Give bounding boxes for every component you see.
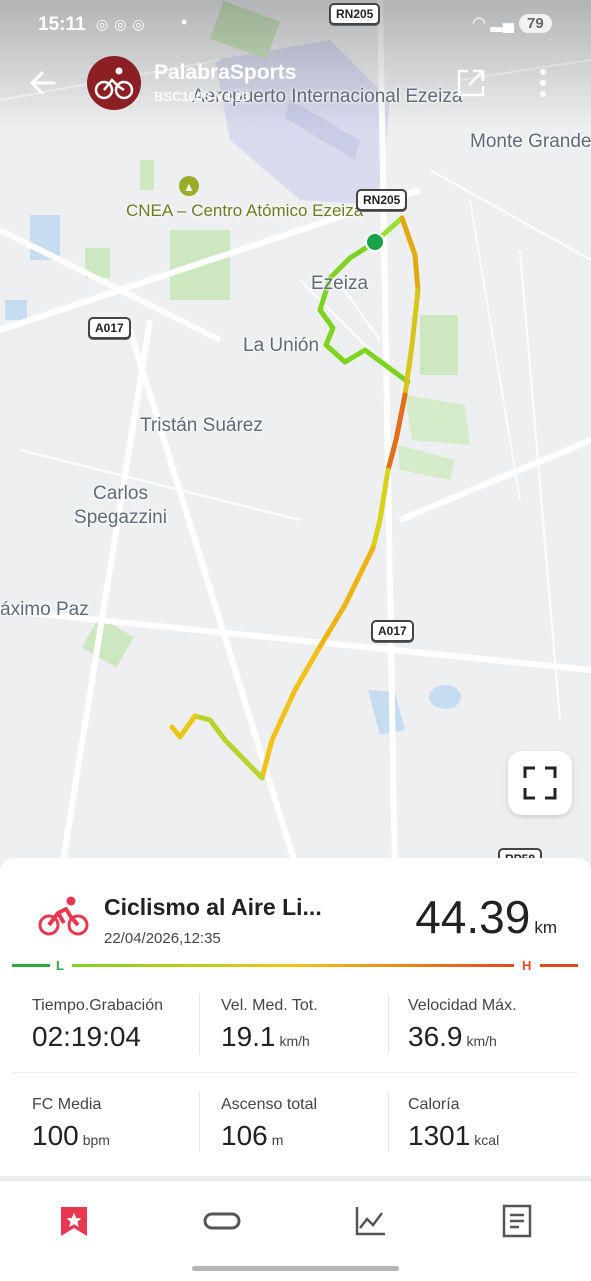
stat-unit: km/h bbox=[466, 1033, 497, 1049]
activity-datetime: 22/04/2026,12:35 bbox=[104, 930, 221, 947]
stat-label: Ascenso total bbox=[221, 1096, 318, 1113]
stat-value: 100 bpm bbox=[32, 1120, 110, 1152]
distance-value: 44.39 bbox=[415, 891, 531, 943]
stat-unit: kcal bbox=[474, 1132, 500, 1148]
stat-number: 100 bbox=[32, 1120, 79, 1151]
more-options-button[interactable] bbox=[530, 66, 556, 100]
activity-title: Ciclismo al Aire Li... bbox=[104, 894, 322, 920]
map-label-la-union: La Unión bbox=[243, 335, 320, 356]
road-badge-a017-right: A017 bbox=[371, 620, 414, 642]
divider bbox=[199, 1092, 200, 1152]
stat-avg-speed: Vel. Med. Tot. 19.1 km/h bbox=[221, 997, 318, 1053]
speed-color-scale: L H bbox=[12, 958, 578, 978]
speed-gradient-bar bbox=[12, 964, 578, 967]
share-button[interactable] bbox=[456, 68, 486, 98]
document-icon bbox=[502, 1204, 532, 1238]
road-badge-a017-left: A017 bbox=[88, 317, 131, 339]
map-label-tristan-suarez: Tristán Suárez bbox=[140, 415, 263, 436]
map-label-cnea: CNEA – Centro Atómico Ezeiza bbox=[126, 201, 364, 220]
stat-number: 1301 bbox=[408, 1120, 471, 1151]
lap-icon bbox=[203, 1212, 241, 1230]
tab-laps[interactable] bbox=[202, 1203, 242, 1239]
avatar bbox=[87, 56, 141, 110]
distance-unit: km bbox=[534, 918, 557, 937]
stat-number: 19.1 bbox=[221, 1021, 276, 1052]
stat-unit: bpm bbox=[82, 1132, 110, 1148]
scale-high-label: H bbox=[522, 958, 532, 973]
share-icon bbox=[457, 69, 485, 97]
stat-value: 1301 kcal bbox=[408, 1120, 499, 1152]
divider bbox=[388, 994, 389, 1054]
stat-label: Caloría bbox=[408, 1096, 460, 1113]
divider bbox=[388, 1092, 389, 1152]
stat-number: 36.9 bbox=[408, 1021, 463, 1052]
road-badge-rn205: RN205 bbox=[356, 189, 408, 211]
status-bar: 15:11 ◎◎◎ • ◠ ▂▄ 79 bbox=[0, 0, 591, 52]
cycling-logo-icon bbox=[94, 67, 134, 100]
bookmark-icon bbox=[61, 1207, 87, 1236]
stat-number: 106 bbox=[221, 1120, 268, 1151]
divider bbox=[12, 1072, 578, 1073]
tab-overview[interactable] bbox=[54, 1203, 94, 1239]
battery-indicator: 79 bbox=[519, 14, 552, 33]
app-title: PalabraSports bbox=[154, 61, 297, 84]
tab-details[interactable] bbox=[497, 1203, 537, 1239]
stat-recording-time: Tiempo.Grabación 02:19:04 bbox=[32, 997, 163, 1053]
stat-number: 02:19:04 bbox=[32, 1021, 141, 1052]
fullscreen-icon bbox=[523, 766, 557, 800]
svg-text:▲: ▲ bbox=[183, 180, 195, 194]
stat-label: FC Media bbox=[32, 1096, 102, 1113]
stat-calories: Caloría 1301 kcal bbox=[408, 1096, 499, 1152]
activity-type bbox=[38, 895, 90, 937]
stat-label: Vel. Med. Tot. bbox=[221, 997, 318, 1014]
tab-charts[interactable] bbox=[350, 1203, 390, 1239]
map-label-maximo-paz: áximo Paz bbox=[0, 599, 89, 620]
activity-distance: 44.39 km bbox=[415, 890, 557, 944]
divider bbox=[199, 994, 200, 1054]
stat-value: 106 m bbox=[221, 1120, 317, 1152]
activity-summary-sheet: Ciclismo al Aire Li... 22/04/2026,12:35 … bbox=[0, 858, 591, 1176]
more-vert-icon bbox=[540, 69, 546, 97]
signal-icon: ◠ ▂▄ bbox=[472, 15, 515, 32]
back-arrow-icon bbox=[29, 71, 56, 95]
map-label-carlos-spegazzini: Carlos Spegazzini bbox=[74, 483, 167, 528]
scale-low-label: L bbox=[56, 958, 64, 973]
notification-icons: ◎◎◎ bbox=[96, 16, 151, 32]
stat-unit: km/h bbox=[279, 1033, 310, 1049]
status-time: 15:11 bbox=[38, 14, 86, 35]
stat-max-speed: Velocidad Máx. 36.9 km/h bbox=[408, 997, 517, 1053]
stat-value: 36.9 km/h bbox=[408, 1021, 517, 1053]
home-indicator[interactable] bbox=[192, 1266, 399, 1271]
stat-unit: m bbox=[271, 1132, 284, 1148]
map-label-monte-grande: Monte Grande bbox=[470, 131, 591, 152]
back-button[interactable] bbox=[28, 68, 58, 104]
stat-label: Velocidad Máx. bbox=[408, 997, 517, 1014]
chart-icon bbox=[355, 1207, 385, 1236]
app-bar: PalabraSports BSC100S V4.23 bbox=[0, 52, 591, 116]
map-label-ezeiza: Ezeiza bbox=[311, 273, 369, 294]
stat-avg-heart-rate: FC Media 100 bpm bbox=[32, 1096, 110, 1152]
route-map[interactable]: ▲ Aeropuerto Internacional Ezeiza Monte … bbox=[0, 0, 591, 880]
stat-total-ascent: Ascenso total 106 m bbox=[221, 1096, 317, 1152]
stat-label: Tiempo.Grabación bbox=[32, 997, 164, 1014]
stat-value: 19.1 km/h bbox=[221, 1021, 318, 1053]
fullscreen-button[interactable] bbox=[508, 751, 572, 815]
cycling-icon bbox=[38, 896, 89, 936]
notification-dot-icon: • bbox=[181, 12, 188, 32]
stat-value: 02:19:04 bbox=[32, 1021, 163, 1053]
app-subtitle: BSC100S V4.23 bbox=[154, 89, 250, 104]
